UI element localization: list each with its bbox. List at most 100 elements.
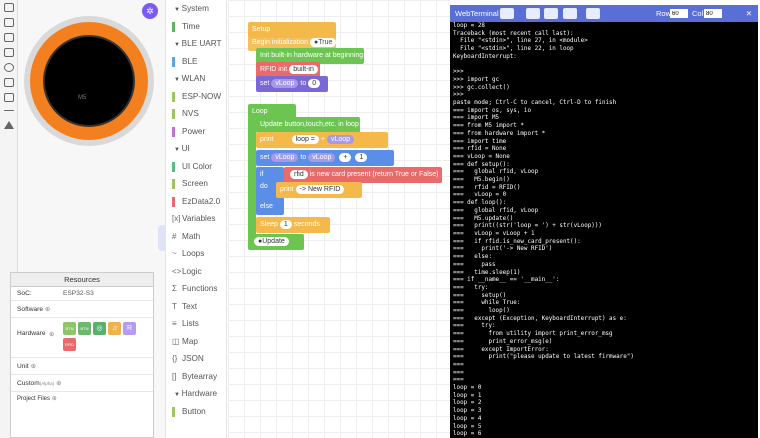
hardware-chip-btn-a[interactable]: BTN — [63, 322, 76, 335]
rfid-new-card-block[interactable]: rfid is new card present (return True or … — [284, 167, 442, 183]
col-label: Col — [692, 9, 704, 18]
set-vloop-increment-block[interactable]: set vLoop to vLoop +1 — [256, 150, 394, 166]
palette-item-label: BLE UART — [181, 39, 222, 48]
category-icon: ◫ — [172, 336, 180, 346]
palette-category-logic[interactable]: <> Logic — [166, 263, 226, 281]
zero-input[interactable]: 0 — [308, 79, 321, 88]
palette-category-variables[interactable]: [x] Variables — [166, 210, 226, 228]
hardware-chip-rgb[interactable]: R — [123, 322, 136, 335]
clear-icon[interactable] — [586, 8, 600, 19]
save-icon[interactable] — [563, 8, 577, 19]
builtin-dropdown[interactable]: built-in — [289, 65, 318, 74]
image-list-icon[interactable] — [3, 93, 14, 102]
custom-add-icon[interactable]: ⊕ — [56, 380, 62, 387]
run-icon[interactable] — [526, 8, 540, 19]
palette-category-ble-uart[interactable]: ▼ BLE UART — [166, 35, 226, 53]
category-color-bar — [172, 196, 175, 207]
software-add-icon[interactable]: ⊕ — [45, 306, 51, 313]
close-icon[interactable]: ✕ — [746, 5, 752, 22]
new-rfid-string[interactable]: -> New RFID — [295, 185, 345, 194]
triangle-icon[interactable] — [3, 121, 14, 129]
true-toggle[interactable]: ●True — [310, 38, 337, 47]
stop-icon[interactable] — [544, 8, 558, 19]
palette-category-nvs[interactable]: NVS — [166, 105, 226, 123]
hardware-chip-touch[interactable]: ◎ — [93, 322, 106, 335]
to-label-2: to — [300, 154, 307, 161]
palette-category-ui[interactable]: ▼ UI — [166, 140, 226, 158]
palette-category-ui-color[interactable]: UI Color — [166, 158, 226, 176]
palette-category-json[interactable]: {} JSON — [166, 350, 226, 368]
palette-category-hardware[interactable]: ▼ Hardware — [166, 385, 226, 403]
rectangle-icon[interactable] — [3, 48, 14, 57]
magic-button[interactable]: ✲ — [142, 3, 158, 19]
software-label: Software — [17, 306, 44, 313]
hardware-label: Hardware — [17, 330, 46, 337]
hardware-chip-speaker[interactable]: ♫ — [108, 322, 121, 335]
palette-category-bytearray[interactable]: [] Bytearray — [166, 368, 226, 386]
vloop-dropdown[interactable]: vLoop — [271, 79, 299, 88]
label-icon[interactable] — [3, 18, 14, 27]
vloop-dropdown-3[interactable]: vLoop — [271, 153, 299, 162]
palette-category-math[interactable]: # Math — [166, 228, 226, 246]
palette-category-lists[interactable]: ≡ Lists — [166, 315, 226, 333]
one-input[interactable]: 1 — [355, 153, 368, 162]
image-icon[interactable] — [3, 3, 14, 12]
palette-category-ble[interactable]: BLE — [166, 53, 226, 71]
palette-category-screen[interactable]: Screen — [166, 175, 226, 193]
palette-item-label: System — [181, 4, 209, 13]
palette-category-map[interactable]: ◫ Map — [166, 333, 226, 351]
add-icon[interactable] — [3, 33, 14, 42]
palette-item-label: Lists — [182, 319, 199, 328]
category-color-bar — [172, 91, 175, 102]
set-vloop-block[interactable]: set vLoop to 0 — [256, 76, 328, 92]
palette-category-loops[interactable]: ~ Loops — [166, 245, 226, 263]
loop-footer-block[interactable]: ●Update — [248, 234, 304, 250]
vloop-dropdown-4[interactable]: vLoop — [308, 153, 336, 162]
palette-category-ezdata2-0[interactable]: EzData2.0 — [166, 193, 226, 211]
palette-item-label: Logic — [182, 266, 202, 276]
palette-category-power[interactable]: Power — [166, 123, 226, 141]
new-card-label: is new card present (return True or Fals… — [309, 171, 439, 178]
print-block[interactable]: print loop = + vLoop — [256, 132, 388, 148]
col-input[interactable] — [704, 9, 722, 18]
rfid-dropdown[interactable]: rfid — [290, 170, 308, 179]
palette-category-system[interactable]: ▼ System — [166, 0, 226, 18]
init-hw-label: Init built-in hardware at beginning — [260, 52, 364, 59]
hardware-chip-btn-b[interactable]: BTN — [78, 322, 91, 335]
circle-icon[interactable] — [3, 63, 14, 72]
chevron-down-icon: ▼ — [174, 147, 182, 153]
terminal-output[interactable]: loop = 28 Traceback (most recent call la… — [450, 22, 758, 438]
category-color-bar — [172, 109, 175, 119]
palette-category-functions[interactable]: Σ Functions — [166, 280, 226, 298]
vloop-dropdown-2[interactable]: vLoop — [327, 135, 355, 144]
palette-category-text[interactable]: T Text — [166, 298, 226, 316]
category-color-bar — [172, 126, 175, 137]
hardware-chip-rfid[interactable]: RFID — [63, 338, 76, 351]
chevron-down-icon: ▼ — [174, 392, 182, 398]
project-files-add-icon[interactable]: ⊕ — [52, 396, 57, 402]
line-icon[interactable] — [3, 110, 14, 111]
row-input[interactable] — [670, 9, 688, 18]
category-icon: T — [172, 301, 177, 311]
block-workspace[interactable]: Setup Begin initialization ●True Init bui… — [228, 0, 450, 438]
loop-string-input[interactable]: loop = — [291, 135, 319, 144]
update-button-block[interactable]: Update button,touch,etc. in loop — [256, 117, 360, 133]
plus-dropdown[interactable]: + — [339, 153, 352, 162]
else-block[interactable]: else — [256, 199, 284, 215]
sleep-seconds-input[interactable]: 1 — [279, 220, 292, 229]
update-toggle[interactable]: ●Update — [254, 237, 289, 246]
print-new-rfid-block[interactable]: print -> New RFID — [276, 182, 362, 198]
qrcode-icon[interactable] — [3, 78, 14, 87]
palette-category-button[interactable]: Button — [166, 403, 226, 421]
unit-add-icon[interactable]: ⊕ — [31, 363, 37, 370]
rfid-init-label: RFID init — [260, 66, 288, 73]
plus-label: + — [320, 136, 325, 143]
collapse-handle[interactable] — [158, 225, 165, 251]
soc-value: ESP32-S3 — [63, 290, 94, 297]
hardware-add-icon[interactable]: ⊕ — [49, 330, 55, 338]
palette-category-wlan[interactable]: ▼ WLAN — [166, 70, 226, 88]
expand-icon[interactable] — [500, 8, 514, 19]
sleep-block[interactable]: Sleep 1 seconds — [256, 217, 330, 233]
palette-category-time[interactable]: Time — [166, 18, 226, 36]
palette-category-esp-now[interactable]: ESP-NOW — [166, 88, 226, 106]
